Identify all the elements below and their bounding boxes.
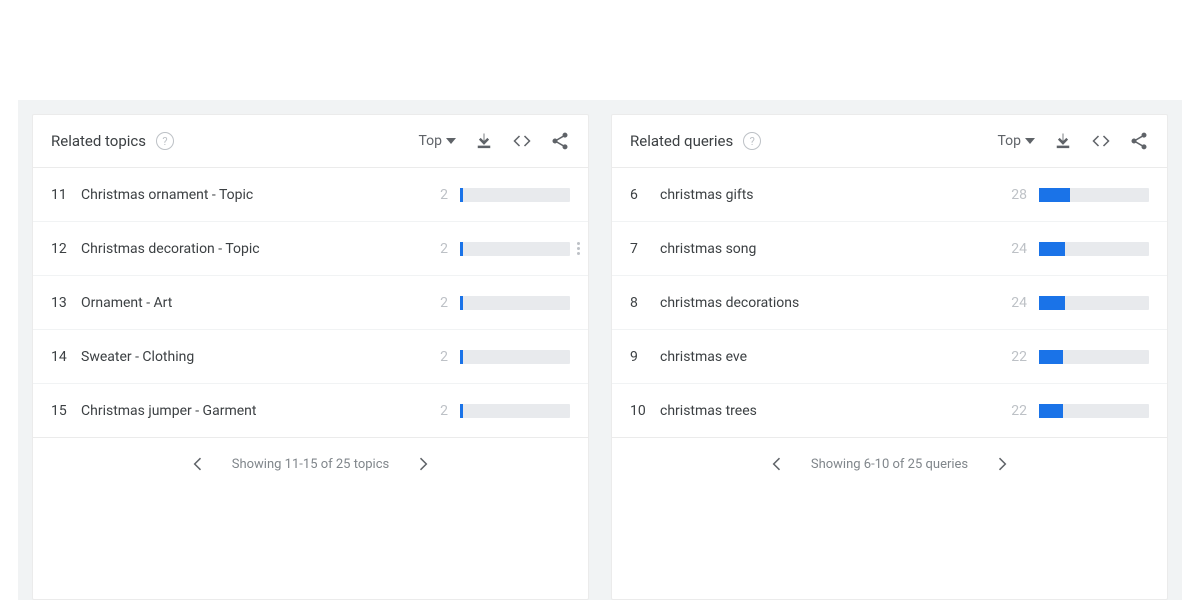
row-rank: 12 — [51, 241, 81, 257]
row-score: 2 — [426, 241, 448, 257]
panel-title: Related queries — [630, 132, 733, 150]
row-score: 2 — [426, 403, 448, 419]
sort-dropdown[interactable]: Top — [997, 133, 1035, 149]
sort-label: Top — [418, 133, 442, 149]
help-icon[interactable]: ? — [156, 132, 174, 150]
sort-label: Top — [997, 133, 1021, 149]
list-row[interactable]: 13Ornament - Art2 — [33, 276, 588, 330]
row-bar — [460, 242, 570, 256]
list-row[interactable]: 12Christmas decoration - Topic2 — [33, 222, 588, 276]
content-area: Related topics ? Top — [18, 100, 1182, 600]
row-label: christmas song — [660, 241, 1005, 257]
row-bar — [460, 296, 570, 310]
chevron-down-icon — [446, 138, 456, 144]
row-rank: 8 — [630, 295, 660, 311]
row-rank: 10 — [630, 403, 660, 419]
row-label: christmas decorations — [660, 295, 1005, 311]
panel-header: Related topics ? Top — [33, 115, 588, 168]
related-topics-panel: Related topics ? Top — [32, 114, 589, 600]
row-rank: 14 — [51, 349, 81, 365]
prev-page-button[interactable] — [767, 454, 787, 474]
list-row[interactable]: 7christmas song24 — [612, 222, 1167, 276]
row-label: Christmas jumper - Garment — [81, 403, 426, 419]
row-rank: 15 — [51, 403, 81, 419]
pager: Showing 11-15 of 25 topics — [33, 438, 588, 490]
row-score: 2 — [426, 187, 448, 203]
download-icon[interactable] — [1053, 131, 1073, 151]
download-icon[interactable] — [474, 131, 494, 151]
row-score: 22 — [1005, 403, 1027, 419]
pager-text: Showing 6-10 of 25 queries — [811, 457, 968, 472]
row-rank: 13 — [51, 295, 81, 311]
row-rank: 6 — [630, 187, 660, 203]
share-icon[interactable] — [550, 131, 570, 151]
header-actions: Top — [997, 131, 1149, 151]
panel-title: Related topics — [51, 132, 146, 150]
row-label: christmas trees — [660, 403, 1005, 419]
row-bar — [460, 188, 570, 202]
row-bar — [1039, 296, 1149, 310]
row-label: Ornament - Art — [81, 295, 426, 311]
row-rank: 7 — [630, 241, 660, 257]
topics-list: 11Christmas ornament - Topic2 12Christma… — [33, 168, 588, 438]
list-row[interactable]: 6christmas gifts28 — [612, 168, 1167, 222]
row-label: Christmas decoration - Topic — [81, 241, 426, 257]
row-bar — [1039, 350, 1149, 364]
header-actions: Top — [418, 131, 570, 151]
row-bar — [460, 404, 570, 418]
row-menu-button[interactable] — [570, 237, 586, 261]
embed-icon[interactable] — [512, 131, 532, 151]
row-score: 2 — [426, 295, 448, 311]
row-bar — [460, 350, 570, 364]
row-rank: 9 — [630, 349, 660, 365]
row-bar — [1039, 242, 1149, 256]
row-score: 28 — [1005, 187, 1027, 203]
share-icon[interactable] — [1129, 131, 1149, 151]
next-page-button[interactable] — [413, 454, 433, 474]
embed-icon[interactable] — [1091, 131, 1111, 151]
row-label: christmas gifts — [660, 187, 1005, 203]
list-row[interactable]: 15Christmas jumper - Garment2 — [33, 384, 588, 438]
pager: Showing 6-10 of 25 queries — [612, 438, 1167, 490]
next-page-button[interactable] — [992, 454, 1012, 474]
help-icon[interactable]: ? — [743, 132, 761, 150]
row-score: 24 — [1005, 295, 1027, 311]
prev-page-button[interactable] — [188, 454, 208, 474]
chevron-down-icon — [1025, 138, 1035, 144]
sort-dropdown[interactable]: Top — [418, 133, 456, 149]
list-row[interactable]: 14Sweater - Clothing2 — [33, 330, 588, 384]
row-score: 22 — [1005, 349, 1027, 365]
list-row[interactable]: 11Christmas ornament - Topic2 — [33, 168, 588, 222]
row-score: 2 — [426, 349, 448, 365]
row-rank: 11 — [51, 187, 81, 203]
row-bar — [1039, 404, 1149, 418]
related-queries-panel: Related queries ? Top — [611, 114, 1168, 600]
queries-list: 6christmas gifts28 7christmas song24 8ch… — [612, 168, 1167, 438]
panel-header: Related queries ? Top — [612, 115, 1167, 168]
row-label: Sweater - Clothing — [81, 349, 426, 365]
list-row[interactable]: 10christmas trees22 — [612, 384, 1167, 438]
list-row[interactable]: 9christmas eve22 — [612, 330, 1167, 384]
pager-text: Showing 11-15 of 25 topics — [232, 457, 389, 472]
row-bar — [1039, 188, 1149, 202]
row-label: Christmas ornament - Topic — [81, 187, 426, 203]
row-score: 24 — [1005, 241, 1027, 257]
row-label: christmas eve — [660, 349, 1005, 365]
list-row[interactable]: 8christmas decorations24 — [612, 276, 1167, 330]
